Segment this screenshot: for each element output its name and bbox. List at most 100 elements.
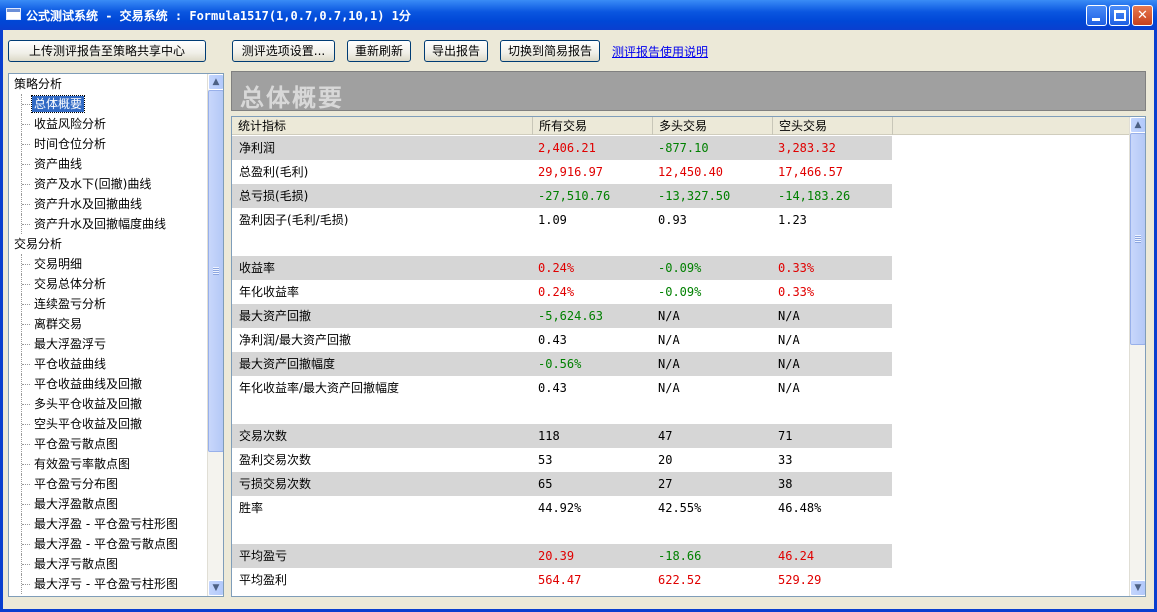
tree-item[interactable]: 最大浮亏散点图 — [9, 554, 223, 574]
tree-item[interactable]: 时间仓位分析 — [9, 134, 223, 154]
tree-item[interactable]: 最大浮盈散点图 — [9, 494, 223, 514]
tree-item-label: 资产曲线 — [34, 157, 83, 171]
tree-item-label: 收益风险分析 — [34, 117, 107, 131]
metric-label: 年化收益率/最大资产回撤幅度 — [239, 381, 400, 395]
switch-simple-report-button[interactable]: 切换到简易报告 — [500, 40, 600, 62]
header-long-trades[interactable]: 多头交易 — [653, 117, 773, 135]
metric-value: 564.47 — [538, 573, 582, 587]
tree-item[interactable]: 平仓盈亏分布图 — [9, 474, 223, 494]
minimize-button[interactable] — [1086, 5, 1107, 26]
tree-item-label: 平仓收益曲线及回撤 — [34, 377, 143, 391]
table-row: 年化收益率/最大资产回撤幅度 0.43 N/A N/A — [232, 376, 892, 400]
scroll-thumb[interactable] — [1130, 133, 1145, 345]
tree-item[interactable]: 最大浮盈浮亏 — [9, 334, 223, 354]
metric-value: 17,466.57 — [778, 165, 844, 179]
tree-item[interactable]: 离群交易 — [9, 314, 223, 334]
tree-item-label: 资产升水及回撤幅度曲线 — [34, 217, 167, 231]
table-row — [232, 232, 892, 256]
window-title: 公式测试系统 - 交易系统 : Formula1517(1,0.7,0.7,10… — [26, 9, 411, 23]
tree-item[interactable]: 资产升水及回撤曲线 — [9, 194, 223, 214]
metric-value: -14,183.26 — [778, 189, 851, 203]
metric-label: 平均盈利 — [239, 573, 288, 587]
upload-report-button[interactable]: 上传测评报告至策略共享中心 — [8, 40, 206, 62]
scroll-up-icon[interactable]: ▲ — [1130, 117, 1145, 133]
table-row — [232, 520, 892, 544]
tree-item[interactable]: 最大浮盈 - 平仓盈亏柱形图 — [9, 514, 223, 534]
tree-item[interactable]: 平仓收益曲线 — [9, 354, 223, 374]
metric-value: 33 — [778, 453, 793, 467]
metric-value: 1.23 — [778, 213, 807, 227]
table-row: 最大资产回撤幅度 -0.56% N/A N/A — [232, 352, 892, 376]
table-row: 年化收益率 0.24% -0.09% 0.33% — [232, 280, 892, 304]
metric-label: 最大资产回撤 — [239, 309, 312, 323]
export-report-button[interactable]: 导出报告 — [424, 40, 488, 62]
tree-item-label: 平仓收益曲线 — [34, 357, 107, 371]
metric-label: 收益率 — [239, 261, 276, 275]
metric-value: 0.93 — [658, 213, 687, 227]
tree-item[interactable]: 资产曲线 — [9, 154, 223, 174]
grid-header: 统计指标 所有交易 多头交易 空头交易 — [232, 117, 1129, 135]
refresh-button[interactable]: 重新刷新 — [347, 40, 411, 62]
tree-item[interactable]: 平仓盈亏散点图 — [9, 434, 223, 454]
tree-group[interactable]: 策略分析 — [9, 74, 223, 94]
metric-label: 平均盈亏 — [239, 549, 288, 563]
tree-group[interactable]: 交易分析 — [9, 234, 223, 254]
table-row: 盈利交易次数 53 20 33 — [232, 448, 892, 472]
table-row: 平均盈利 564.47 622.52 529.29 — [232, 568, 892, 592]
metric-value: 3,283.32 — [778, 141, 836, 155]
tree-item-label: 资产升水及回撤曲线 — [34, 197, 143, 211]
metric-value: 0.43 — [538, 381, 567, 395]
tree-item[interactable]: 交易总体分析 — [9, 274, 223, 294]
metric-value: -5,624.63 — [538, 309, 604, 323]
tree-item-label: 离群交易 — [34, 317, 83, 331]
metric-label: 总盈利(毛利) — [239, 165, 309, 179]
window-app-icon[interactable] — [6, 8, 21, 20]
title-bar[interactable]: 公式测试系统 - 交易系统 : Formula1517(1,0.7,0.7,10… — [0, 0, 1157, 30]
nav-tree-scrollbar[interactable]: ▲ ▼ — [207, 74, 223, 596]
header-short-trades[interactable]: 空头交易 — [773, 117, 893, 135]
table-row: 净利润 2,406.21 -877.10 3,283.32 — [232, 136, 892, 160]
tree-item[interactable]: 总体概要 — [9, 94, 223, 114]
tree-item-label: 平仓盈亏散点图 — [34, 437, 119, 451]
nav-tree[interactable]: 策略分析 总体概要收益风险分析时间仓位分析资产曲线资产及水下(回撤)曲线资产升水及… — [8, 73, 224, 597]
table-row: 亏损交易次数 65 27 38 — [232, 472, 892, 496]
report-banner: 总体概要 — [231, 71, 1146, 112]
metric-value: 0.33% — [778, 285, 815, 299]
maximize-button[interactable] — [1109, 5, 1130, 26]
table-row: 盈利因子(毛利/毛损) 1.09 0.93 1.23 — [232, 208, 892, 232]
tree-item[interactable]: 收益风险分析 — [9, 114, 223, 134]
scroll-down-icon[interactable]: ▼ — [1130, 580, 1145, 596]
tree-item[interactable]: 资产及水下(回撤)曲线 — [9, 174, 223, 194]
tree-item[interactable]: 最大浮亏 - 平仓盈亏柱形图 — [9, 574, 223, 594]
header-metric[interactable]: 统计指标 — [232, 117, 533, 135]
metric-value: 0.33% — [778, 261, 815, 275]
tree-item[interactable]: 空头平仓收益及回撤 — [9, 414, 223, 434]
tree-item[interactable]: 平仓收益曲线及回撤 — [9, 374, 223, 394]
report-help-link[interactable]: 测评报告使用说明 — [612, 43, 708, 60]
scroll-up-icon[interactable]: ▲ — [208, 74, 223, 90]
table-row — [232, 400, 892, 424]
metric-value: -0.09% — [658, 285, 702, 299]
tree-item[interactable]: 连续盈亏分析 — [9, 294, 223, 314]
scroll-thumb[interactable] — [208, 90, 223, 452]
grid-scrollbar[interactable]: ▲ ▼ — [1129, 117, 1145, 596]
minimize-icon — [1092, 18, 1100, 21]
test-options-button[interactable]: 测评选项设置... — [232, 40, 335, 62]
tree-item[interactable]: 最大浮盈 - 平仓盈亏散点图 — [9, 534, 223, 554]
metric-value: N/A — [778, 309, 800, 323]
metric-value: 46.48% — [778, 501, 822, 515]
table-row: 净利润/最大资产回撤 0.43 N/A N/A — [232, 328, 892, 352]
tree-item[interactable]: 交易明细 — [9, 254, 223, 274]
tree-item-label: 最大浮盈 - 平仓盈亏柱形图 — [34, 517, 178, 531]
metric-value: -0.09% — [658, 261, 702, 275]
table-row: 胜率 44.92% 42.55% 46.48% — [232, 496, 892, 520]
tree-item[interactable]: 多头平仓收益及回撤 — [9, 394, 223, 414]
metric-value: N/A — [778, 333, 800, 347]
tree-item[interactable]: 有效盈亏率散点图 — [9, 454, 223, 474]
metric-value: 47 — [658, 429, 673, 443]
scroll-down-icon[interactable]: ▼ — [208, 580, 223, 596]
close-button[interactable]: ✕ — [1132, 5, 1153, 26]
tree-item-label: 最大浮盈浮亏 — [34, 337, 107, 351]
header-all-trades[interactable]: 所有交易 — [533, 117, 653, 135]
tree-item[interactable]: 资产升水及回撤幅度曲线 — [9, 214, 223, 234]
